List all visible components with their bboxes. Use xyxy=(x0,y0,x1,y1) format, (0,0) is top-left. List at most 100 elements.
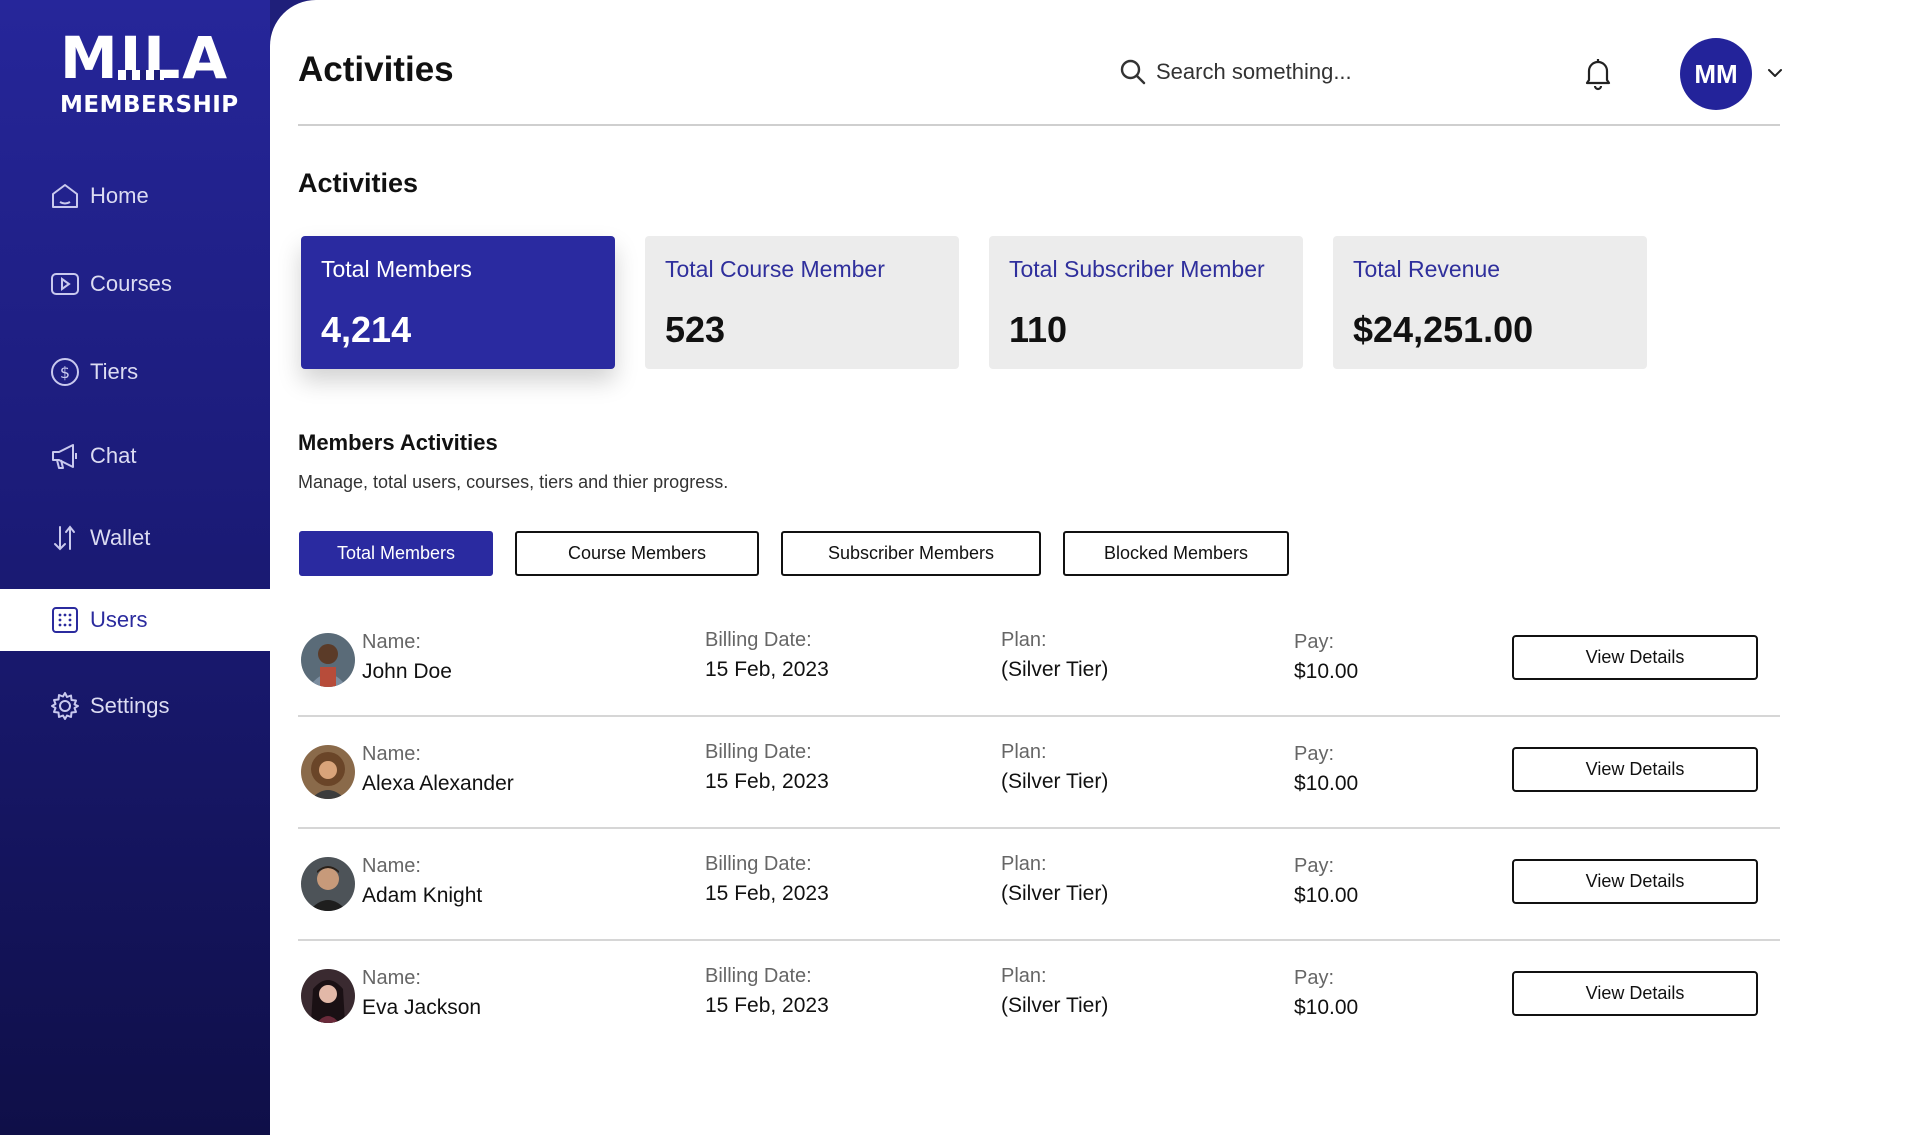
pay-label: Pay: xyxy=(1294,855,1335,877)
pay-cell: Pay: $10.00 xyxy=(1294,967,1358,1020)
pay-cell: Pay: $10.00 xyxy=(1294,631,1358,684)
sidebar-item-home[interactable]: Home xyxy=(0,165,270,227)
member-name: Alexa Alexander xyxy=(362,772,514,795)
name-cell: Name: Eva Jackson xyxy=(362,967,481,1020)
search-icon xyxy=(1120,59,1146,85)
billing-date: 15 Feb, 2023 xyxy=(705,658,829,681)
logo-sub: MEMBERSHIP xyxy=(60,92,239,118)
sidebar-item-label: Wallet xyxy=(90,525,151,550)
sidebar-item-settings[interactable]: Settings xyxy=(0,675,270,737)
pay-cell: Pay: $10.00 xyxy=(1294,855,1358,908)
members-activities-subtitle: Manage, total users, courses, tiers and … xyxy=(298,472,729,492)
billing-date: 15 Feb, 2023 xyxy=(705,770,829,793)
search-input[interactable] xyxy=(1156,59,1406,85)
sidebar-item-chat[interactable]: Chat xyxy=(0,425,270,487)
plan-label: Plan: xyxy=(1001,741,1047,763)
pay-label: Pay: xyxy=(1294,743,1335,765)
stat-card-subscriber-members[interactable]: Total Subscriber Member 110 xyxy=(989,236,1303,369)
members-activities-title: Members Activities xyxy=(298,430,498,455)
table-row: Name: Eva Jackson Billing Date: 15 Feb, … xyxy=(298,941,1780,1053)
plan-label: Plan: xyxy=(1001,853,1047,875)
pay-value: $10.00 xyxy=(1294,996,1359,1019)
sort-arrows-icon xyxy=(48,521,82,555)
name-label: Name: xyxy=(362,855,421,877)
sidebar-item-wallet[interactable]: Wallet xyxy=(0,507,270,569)
stat-card-total-members[interactable]: Total Members 4,214 xyxy=(301,236,615,369)
avatar xyxy=(301,857,355,911)
billing-date: 15 Feb, 2023 xyxy=(705,882,829,905)
member-name: Eva Jackson xyxy=(362,996,482,1019)
name-label: Name: xyxy=(362,631,421,653)
tab-total-members[interactable]: Total Members xyxy=(299,531,493,576)
pay-value: $10.00 xyxy=(1294,660,1359,683)
pay-label: Pay: xyxy=(1294,967,1335,989)
stat-card-total-revenue[interactable]: Total Revenue $24,251.00 xyxy=(1333,236,1647,369)
view-details-button[interactable]: View Details xyxy=(1512,859,1758,904)
header-divider xyxy=(298,124,1780,126)
user-avatar[interactable]: MM xyxy=(1680,38,1752,110)
billing-label: Billing Date: xyxy=(705,741,812,763)
billing-cell: Billing Date: 15 Feb, 2023 xyxy=(705,965,829,1018)
plan-value: (Silver Tier) xyxy=(1001,658,1109,681)
sidebar-item-label: Users xyxy=(90,607,148,632)
billing-cell: Billing Date: 15 Feb, 2023 xyxy=(705,853,829,906)
avatar xyxy=(301,745,355,799)
megaphone-icon xyxy=(48,439,82,473)
pay-cell: Pay: $10.00 xyxy=(1294,743,1358,796)
plan-cell: Plan: (Silver Tier) xyxy=(1001,629,1108,682)
billing-cell: Billing Date: 15 Feb, 2023 xyxy=(705,629,829,682)
svg-text:$: $ xyxy=(60,363,70,382)
stat-label: Total Course Member xyxy=(665,256,885,282)
avatar xyxy=(301,633,355,687)
stat-card-course-members[interactable]: Total Course Member 523 xyxy=(645,236,959,369)
sidebar-item-label: Tiers xyxy=(90,359,139,384)
page-title: Activities xyxy=(298,50,454,89)
plan-value: (Silver Tier) xyxy=(1001,994,1109,1017)
name-cell: Name: Alexa Alexander xyxy=(362,743,514,796)
view-details-button[interactable]: View Details xyxy=(1512,635,1758,680)
name-label: Name: xyxy=(362,743,421,765)
home-icon xyxy=(48,179,82,213)
sidebar-item-tiers[interactable]: $ Tiers xyxy=(0,341,270,403)
gear-icon xyxy=(48,689,82,723)
plan-label: Plan: xyxy=(1001,965,1047,987)
stat-value: $24,251.00 xyxy=(1353,309,1534,350)
sidebar-item-label: Chat xyxy=(90,443,137,468)
logo-word: MILA xyxy=(60,24,230,92)
main-content: Activities MM Activities Total Members 4… xyxy=(270,0,1920,1135)
pay-value: $10.00 xyxy=(1294,772,1359,795)
bell-icon[interactable] xyxy=(1580,55,1616,91)
activities-title: Activities xyxy=(298,168,419,198)
name-cell: Name: John Doe xyxy=(362,631,452,684)
stat-label: Total Members xyxy=(321,256,472,282)
view-details-button[interactable]: View Details xyxy=(1512,971,1758,1016)
tab-blocked-members[interactable]: Blocked Members xyxy=(1063,531,1289,576)
app: MILA MEMBERSHIP Home Courses $ Tiers Cha… xyxy=(0,0,1920,1135)
sidebar-item-label: Settings xyxy=(90,693,170,718)
sidebar-item-users[interactable]: Users xyxy=(0,589,270,651)
tab-subscriber-members[interactable]: Subscriber Members xyxy=(781,531,1041,576)
member-name: John Doe xyxy=(362,660,452,683)
table-row: Name: John Doe Billing Date: 15 Feb, 202… xyxy=(298,605,1780,717)
table-row: Name: Alexa Alexander Billing Date: 15 F… xyxy=(298,717,1780,829)
name-cell: Name: Adam Knight xyxy=(362,855,482,908)
stat-label: Total Revenue xyxy=(1353,256,1501,282)
search-bar[interactable] xyxy=(1118,54,1418,90)
tab-course-members[interactable]: Course Members xyxy=(515,531,759,576)
brand-logo[interactable]: MILA MEMBERSHIP xyxy=(58,26,238,122)
stat-value: 523 xyxy=(665,309,726,350)
sidebar: MILA MEMBERSHIP Home Courses $ Tiers Cha… xyxy=(0,0,270,1135)
plan-cell: Plan: (Silver Tier) xyxy=(1001,965,1108,1018)
chevron-down-icon[interactable] xyxy=(1766,64,1784,82)
billing-date: 15 Feb, 2023 xyxy=(705,994,829,1017)
play-icon xyxy=(48,267,82,301)
pay-value: $10.00 xyxy=(1294,884,1359,907)
sidebar-item-label: Courses xyxy=(90,271,172,296)
view-details-button[interactable]: View Details xyxy=(1512,747,1758,792)
billing-label: Billing Date: xyxy=(705,629,812,651)
plan-label: Plan: xyxy=(1001,629,1047,651)
sidebar-item-courses[interactable]: Courses xyxy=(0,253,270,315)
plan-value: (Silver Tier) xyxy=(1001,770,1109,793)
plan-cell: Plan: (Silver Tier) xyxy=(1001,741,1108,794)
stat-value: 110 xyxy=(1009,309,1068,350)
